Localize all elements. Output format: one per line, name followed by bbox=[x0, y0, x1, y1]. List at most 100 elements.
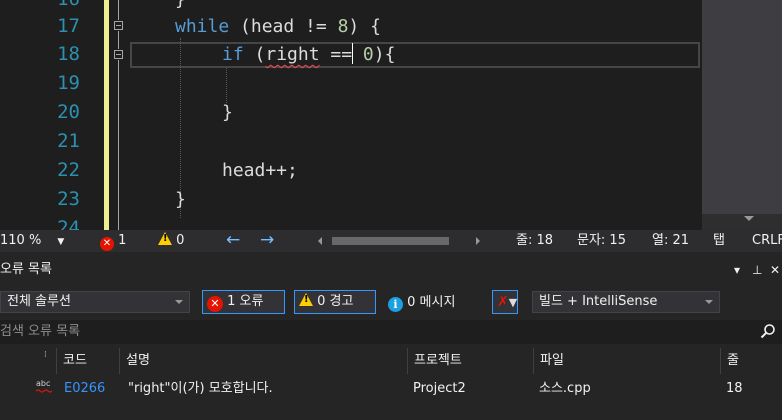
code-token: == bbox=[319, 44, 353, 65]
code-line-20: } bbox=[222, 98, 233, 127]
filter-current-doc-button[interactable]: ✗▼ bbox=[492, 290, 518, 314]
collapse-icon[interactable] bbox=[114, 50, 123, 59]
search-placeholder: 검색 오류 목록 bbox=[0, 324, 81, 339]
error-icon: ✕ bbox=[100, 237, 114, 251]
messages-filter-label: 0 메시지 bbox=[407, 295, 456, 310]
error-squiggle-token[interactable]: right bbox=[265, 44, 319, 65]
sort-icon[interactable]: ⁞ bbox=[0, 348, 56, 374]
pin-icon[interactable]: ⊥ bbox=[752, 260, 762, 280]
column-header-line[interactable]: 줄 bbox=[720, 348, 782, 374]
column-header-project[interactable]: 프로젝트 bbox=[407, 348, 533, 374]
line-number-gutter: 16 17 18 19 20 21 22 23 24 bbox=[0, 0, 80, 230]
code-token: ){ bbox=[373, 44, 396, 65]
code-line-23: } bbox=[175, 185, 186, 214]
navigate-back-icon[interactable]: ← bbox=[226, 229, 240, 251]
filter-icon: ✗ bbox=[497, 294, 509, 310]
warning-count: 0 bbox=[176, 233, 185, 248]
line-number: 21 bbox=[57, 130, 80, 152]
panel-menu-icon[interactable]: ▾ bbox=[734, 260, 740, 280]
keyword-token: while bbox=[175, 16, 230, 37]
code-line-18: if (right == 0){ bbox=[222, 40, 395, 69]
line-number: 17 bbox=[57, 15, 80, 37]
column-indicator: 열: 21 bbox=[652, 233, 690, 248]
scroll-down-icon[interactable] bbox=[744, 216, 754, 221]
error-icon: ✕ bbox=[207, 296, 223, 312]
line-indicator: 줄: 18 bbox=[516, 233, 554, 248]
line-number: 24 bbox=[57, 217, 80, 230]
editor-status-bar: 110 % ▼ ✕ 1 0 ← → 줄: 18 문자: 15 열: 21 탭 CR… bbox=[0, 230, 782, 252]
outline-line bbox=[118, 60, 119, 230]
chevron-down-icon bbox=[705, 300, 713, 304]
warnings-filter-label: 0 경고 bbox=[317, 294, 354, 309]
error-count: 1 bbox=[118, 233, 127, 248]
horizontal-scrollbar-thumb[interactable] bbox=[332, 237, 449, 245]
line-number: 22 bbox=[57, 159, 80, 181]
build-scope-dropdown[interactable]: 빌드 + IntelliSense bbox=[532, 291, 720, 313]
errors-filter-button[interactable]: ✕ 1 오류 bbox=[202, 290, 285, 314]
line-number: 19 bbox=[57, 72, 80, 94]
info-icon: i bbox=[388, 297, 403, 312]
tab-indicator[interactable]: 탭 bbox=[713, 230, 725, 252]
build-scope-value: 빌드 + IntelliSense bbox=[539, 294, 658, 309]
line-number: 20 bbox=[57, 101, 80, 123]
error-description: "right"이(가) 모호합니다. bbox=[128, 381, 273, 396]
code-token: } bbox=[175, 189, 186, 210]
navigate-forward-icon[interactable]: → bbox=[260, 229, 274, 251]
scope-dropdown[interactable]: 전체 솔루션 bbox=[0, 291, 190, 313]
zoom-dropdown[interactable]: 110 % ▼ bbox=[0, 230, 64, 253]
collapse-icon[interactable] bbox=[114, 21, 123, 30]
line-number: 18 bbox=[57, 43, 80, 65]
table-row[interactable]: abc E0266 "right"이(가) 모호합니다. Project2 소스… bbox=[0, 376, 782, 402]
code-token: } bbox=[175, 0, 186, 10]
close-icon[interactable]: ✕ bbox=[770, 260, 780, 280]
number-token: 0 bbox=[362, 44, 374, 65]
warning-icon bbox=[158, 232, 172, 245]
error-list-panel: 오류 목록 ▾ ⊥ ✕ 전체 솔루션 ✕ 1 오류 0 경고 i 0 메시지 ✗… bbox=[0, 252, 782, 420]
code-token: (head != bbox=[229, 16, 338, 37]
error-count-indicator[interactable]: ✕ 1 bbox=[100, 230, 126, 252]
outline-line bbox=[118, 0, 119, 20]
outlining-margin bbox=[110, 0, 128, 230]
scope-dropdown-value: 전체 솔루션 bbox=[7, 294, 71, 309]
code-line-17: while (head != 8) { bbox=[175, 12, 381, 41]
change-tracking-bar bbox=[104, 0, 109, 230]
spell-error-icon: abc bbox=[36, 379, 52, 393]
code-line-22: head++; bbox=[222, 156, 298, 185]
warning-icon bbox=[299, 293, 313, 306]
code-token: head++; bbox=[222, 160, 298, 181]
zoom-level: 110 % bbox=[0, 233, 42, 248]
error-project: Project2 bbox=[413, 381, 466, 396]
code-editor[interactable]: 16 17 18 19 20 21 22 23 24 } while (head… bbox=[0, 0, 782, 230]
errors-filter-label: 1 오류 bbox=[227, 294, 264, 309]
messages-filter-button[interactable]: i 0 메시지 bbox=[388, 293, 455, 313]
chevron-down-icon bbox=[175, 300, 183, 304]
spell-error-icon-text: abc bbox=[36, 379, 51, 388]
error-list-search-box[interactable]: 검색 오류 목록 bbox=[0, 320, 782, 344]
panel-title: 오류 목록 bbox=[0, 262, 52, 277]
chevron-down-icon: ▼ bbox=[57, 237, 65, 247]
char-indicator: 문자: 15 bbox=[577, 233, 626, 248]
search-icon[interactable] bbox=[760, 323, 776, 339]
scroll-left-icon[interactable] bbox=[318, 237, 322, 245]
error-list-header-row: ⁞ 코드 설명 프로젝트 파일 줄 bbox=[0, 348, 782, 374]
warnings-filter-button[interactable]: 0 경고 bbox=[294, 290, 376, 314]
vertical-scrollbar[interactable] bbox=[702, 0, 782, 230]
error-line: 18 bbox=[726, 381, 743, 396]
outline-line bbox=[118, 31, 119, 49]
line-number: 23 bbox=[57, 188, 80, 210]
error-list-toolbar: 전체 솔루션 ✕ 1 오류 0 경고 i 0 메시지 ✗▼ 빌드 + Intel… bbox=[0, 288, 782, 318]
column-header-description[interactable]: 설명 bbox=[119, 348, 407, 374]
column-header-code[interactable]: 코드 bbox=[56, 348, 119, 374]
scroll-right-icon[interactable] bbox=[476, 237, 480, 245]
scrollbar-thumb[interactable] bbox=[702, 0, 782, 214]
code-token: ) { bbox=[348, 16, 381, 37]
code-token: } bbox=[222, 102, 233, 123]
error-code-link[interactable]: E0266 bbox=[64, 376, 105, 402]
error-file: 소스.cpp bbox=[539, 381, 591, 396]
line-ending-indicator[interactable]: CRLF bbox=[752, 230, 782, 252]
code-token: ( bbox=[243, 44, 266, 65]
code-text-area[interactable]: } while (head != 8) { if (right == 0){ }… bbox=[128, 0, 702, 230]
column-header-file[interactable]: 파일 bbox=[533, 348, 720, 374]
warning-count-indicator[interactable]: 0 bbox=[158, 230, 184, 252]
